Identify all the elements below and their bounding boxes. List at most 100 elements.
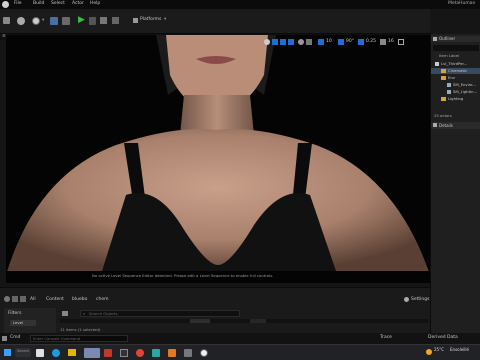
platforms-button[interactable]: Platforms ▾ — [131, 16, 171, 26]
menu-actor[interactable]: Actor — [72, 1, 84, 7]
translate-icon[interactable] — [272, 39, 278, 45]
select-mode-icon[interactable] — [264, 39, 270, 45]
windows-start-icon[interactable] — [4, 349, 11, 356]
level-icon — [435, 62, 439, 66]
app-icon-gray[interactable] — [184, 349, 192, 357]
taskbar-search-box[interactable]: Search — [15, 348, 31, 357]
outliner-icon — [433, 37, 437, 41]
play-icon[interactable]: ▶ — [78, 16, 85, 25]
folder-icon — [441, 69, 446, 73]
details-icon — [433, 123, 437, 127]
outliner-row[interactable]: Env — [431, 75, 480, 81]
weather-icon — [426, 349, 432, 355]
unreal-taskbar-icon[interactable] — [200, 349, 208, 357]
sequencer-icon[interactable] — [62, 17, 70, 25]
file-explorer-icon[interactable] — [68, 349, 76, 356]
app-icon-red[interactable] — [104, 349, 112, 357]
console-placeholder: Enter Console Command — [33, 336, 81, 341]
camera-speed-icon[interactable] — [380, 39, 386, 45]
level-viewport[interactable]: No active Level Sequence Editor detected… — [6, 35, 430, 283]
menu-help[interactable]: Help — [90, 1, 100, 7]
details-header: Details — [431, 122, 480, 129]
taskbar-search-placeholder: Search — [17, 349, 30, 353]
app-icon-dark[interactable] — [120, 349, 128, 357]
items-count: 11 items (1 selected) — [60, 327, 101, 332]
save-icon[interactable] — [3, 17, 10, 24]
outliner-row-label: Lvl_ThirdPer... — [441, 61, 468, 66]
camera-speed-value[interactable]: 16 — [388, 39, 394, 45]
app-icon-teal[interactable] — [152, 349, 160, 357]
outliner-actor-count: 25 actors — [434, 113, 452, 118]
game-app-icon[interactable] — [84, 348, 100, 358]
search-placeholder: Search Objects — [89, 311, 118, 316]
save-all-icon[interactable] — [20, 296, 26, 302]
rotation-snap-value[interactable]: 90° — [346, 39, 354, 45]
launch-icon[interactable] — [112, 17, 119, 24]
right-panel: Outliner Item Label Lvl_ThirdPer... Cine… — [430, 34, 480, 334]
outliner-row[interactable]: Lvl_ThirdPer... — [431, 61, 480, 67]
outliner-search[interactable] — [433, 45, 479, 51]
chevron-down-icon[interactable]: ▾ — [42, 18, 44, 24]
settings-icon[interactable] — [404, 297, 409, 302]
add-icon[interactable] — [4, 296, 10, 302]
asset-strip[interactable] — [60, 319, 428, 323]
rotate-icon[interactable] — [280, 39, 286, 45]
project-name: MetaHuman — [448, 1, 476, 6]
grid-size-value[interactable]: 10 — [326, 39, 332, 45]
filters-label: Filters — [8, 311, 22, 316]
play-options-icon[interactable] — [89, 17, 96, 25]
rotation-snap-icon[interactable] — [338, 39, 344, 45]
filter-chip-label: Level — [13, 320, 24, 325]
trace-label[interactable]: Trace — [380, 335, 392, 341]
surface-snap-icon[interactable] — [306, 39, 312, 45]
main-toolbar: ▾ ▶ Platforms ▾ — [0, 9, 430, 34]
platforms-icon — [133, 18, 138, 23]
app-icon-orange[interactable] — [168, 349, 176, 357]
filter-chip[interactable]: Level — [10, 320, 36, 326]
viewport-render — [6, 35, 430, 283]
outliner-column-label: Item Label — [439, 53, 460, 58]
scale-snap-value[interactable]: 0.25 — [366, 39, 376, 45]
unreal-logo-icon[interactable] — [2, 1, 9, 8]
outliner-row[interactable]: SM_Lightin... — [431, 89, 480, 95]
details-title: Details — [439, 122, 453, 128]
globe-icon[interactable] — [298, 39, 304, 45]
scale-icon[interactable] — [288, 39, 294, 45]
settings-label[interactable]: Settings — [411, 297, 429, 303]
mesh-icon — [447, 83, 451, 87]
chevron-down-icon: ▾ — [164, 17, 167, 22]
menu-select[interactable]: Select — [51, 1, 65, 7]
selected-asset[interactable] — [190, 319, 210, 323]
outliner-row[interactable]: Lighting — [431, 96, 480, 102]
menu-file[interactable]: File — [14, 1, 22, 7]
outliner-row[interactable]: Cinematic — [431, 68, 480, 74]
breadcrumb-all[interactable]: All — [30, 297, 36, 303]
import-icon[interactable] — [12, 296, 18, 302]
derived-data-label[interactable]: Derived Data — [428, 335, 458, 341]
outliner-row-label: Cinematic — [448, 68, 468, 73]
outliner-row[interactable]: SM_Enviro... — [431, 82, 480, 88]
scale-snap-icon[interactable] — [358, 39, 364, 45]
filter-funnel-icon[interactable] — [62, 311, 68, 316]
taskbar-app-icon[interactable] — [36, 349, 44, 357]
cmd-label[interactable]: Cmd — [10, 335, 20, 341]
add-actor-icon[interactable] — [32, 17, 40, 25]
breadcrumb-chem[interactable]: chem — [96, 297, 108, 303]
maximize-icon[interactable] — [398, 39, 404, 45]
grid-snap-icon[interactable] — [318, 39, 324, 45]
console-input[interactable]: Enter Console Command — [30, 335, 128, 342]
outliner-header: Outliner — [431, 36, 480, 42]
breadcrumb-bluebo[interactable]: bluebo — [72, 297, 87, 303]
chrome-icon[interactable] — [136, 349, 144, 357]
blueprint-icon[interactable] — [50, 17, 58, 25]
breadcrumb-content[interactable]: Content — [46, 297, 64, 303]
stop-icon[interactable] — [100, 17, 107, 24]
asset-tile[interactable] — [250, 319, 266, 323]
search-input[interactable]: ⌕ Search Objects — [80, 310, 240, 317]
mode-select-icon[interactable] — [17, 17, 25, 25]
weather-text: Ensoleillé — [450, 347, 469, 352]
search-icon: ⌕ — [83, 311, 86, 316]
edge-icon[interactable] — [52, 349, 60, 357]
menu-build[interactable]: Build — [33, 1, 44, 7]
content-drawer-icon[interactable] — [2, 336, 7, 341]
